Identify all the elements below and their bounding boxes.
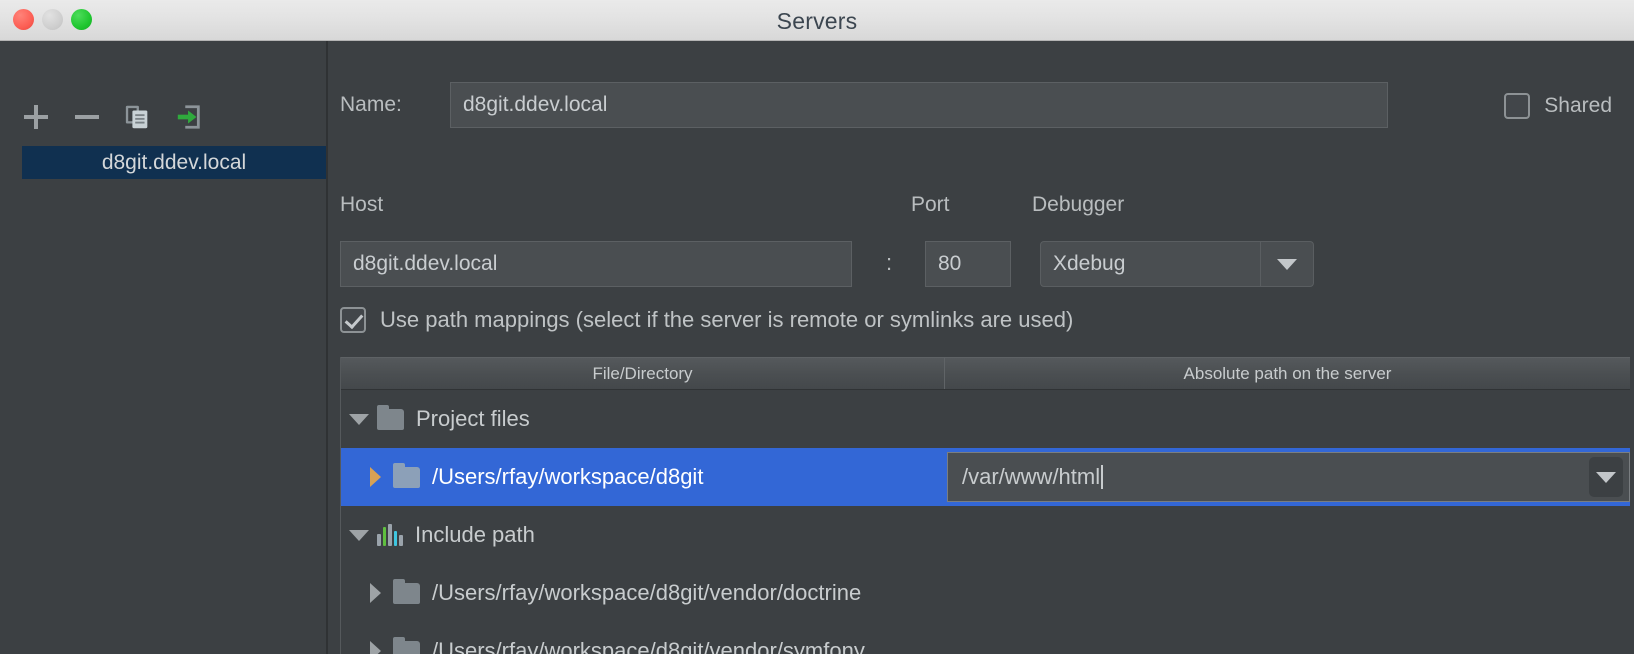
host-input[interactable]: d8git.ddev.local	[340, 241, 852, 287]
expand-toggle[interactable]	[341, 530, 377, 541]
triangle-right-icon	[370, 583, 381, 603]
expand-toggle[interactable]	[357, 583, 393, 603]
row-label: /Users/rfay/workspace/d8git/vendor/symfo…	[432, 638, 865, 654]
shared-checkbox[interactable]	[1504, 93, 1530, 119]
import-icon	[175, 102, 203, 132]
row-file-directory-cell[interactable]: /Users/rfay/workspace/d8git/vendor/doctr…	[341, 564, 945, 622]
window-title: Servers	[0, 8, 1634, 35]
folder-icon	[393, 583, 420, 604]
server-path-value: /var/www/html	[948, 464, 1589, 490]
triangle-down-icon	[349, 414, 369, 425]
debugger-select-value: Xdebug	[1041, 252, 1260, 276]
sidebar-item-label: d8git.ddev.local	[102, 151, 246, 175]
table-row[interactable]: /Users/rfay/workspace/d8git /var/www/htm…	[341, 448, 1630, 506]
sidebar-toolbar	[22, 97, 203, 137]
expand-toggle[interactable]	[357, 467, 393, 487]
copy-server-button[interactable]	[124, 103, 152, 131]
name-input[interactable]: d8git.ddev.local	[450, 82, 1388, 128]
server-path-input[interactable]: /var/www/html	[947, 452, 1630, 502]
name-label: Name:	[340, 93, 450, 117]
host-label: Host	[340, 193, 383, 217]
expand-toggle[interactable]	[341, 414, 377, 425]
path-mappings-table: File/Directory Absolute path on the serv…	[340, 357, 1630, 654]
include-path-icon	[377, 524, 403, 546]
table-row[interactable]: /Users/rfay/workspace/d8git/vendor/doctr…	[341, 564, 1630, 622]
triangle-down-icon	[349, 530, 369, 541]
import-server-button[interactable]	[175, 103, 203, 131]
use-path-mappings-label: Use path mappings (select if the server …	[380, 307, 1073, 333]
row-server-path-cell[interactable]	[945, 622, 1630, 654]
folder-icon	[377, 409, 404, 430]
table-row[interactable]: Include path	[341, 506, 1630, 564]
expand-toggle[interactable]	[357, 641, 393, 654]
port-label: Port	[911, 193, 950, 217]
table-header-row: File/Directory Absolute path on the serv…	[341, 357, 1630, 390]
folder-icon	[393, 467, 420, 488]
row-label: /Users/rfay/workspace/d8git/vendor/doctr…	[432, 580, 861, 606]
path-mappings-tree: Project files	[341, 390, 1630, 654]
row-file-directory-cell[interactable]: /Users/rfay/workspace/d8git/vendor/symfo…	[341, 622, 945, 654]
use-path-mappings-group[interactable]: Use path mappings (select if the server …	[340, 307, 1073, 333]
shared-label: Shared	[1544, 94, 1612, 118]
chevron-down-icon	[1277, 259, 1297, 270]
copy-icon	[124, 102, 152, 132]
row-file-directory-cell[interactable]: /Users/rfay/workspace/d8git	[341, 448, 945, 506]
debugger-label: Debugger	[1032, 193, 1124, 217]
folder-icon	[393, 641, 420, 654]
column-header-file-directory[interactable]: File/Directory	[341, 358, 945, 389]
row-label: /Users/rfay/workspace/d8git	[432, 464, 703, 490]
table-row[interactable]: /Users/rfay/workspace/d8git/vendor/symfo…	[341, 622, 1630, 654]
row-server-path-cell[interactable]	[945, 506, 1630, 564]
triangle-right-icon	[370, 467, 381, 487]
table-row[interactable]: Project files	[341, 390, 1630, 448]
window-titlebar: Servers	[0, 0, 1634, 41]
chevron-down-icon	[1596, 472, 1616, 483]
add-server-button[interactable]	[22, 103, 50, 131]
column-header-absolute-path[interactable]: Absolute path on the server	[945, 358, 1630, 389]
row-file-directory-cell[interactable]: Include path	[341, 506, 945, 564]
plus-icon	[24, 105, 48, 129]
debugger-select-arrow[interactable]	[1260, 242, 1313, 286]
triangle-right-icon	[370, 641, 381, 654]
use-path-mappings-checkbox[interactable]	[340, 307, 366, 333]
row-label: Project files	[416, 406, 530, 432]
server-details-panel: Name: d8git.ddev.local Shared Host Port …	[328, 41, 1634, 654]
remove-server-button[interactable]	[73, 103, 101, 131]
row-server-path-cell[interactable]	[945, 564, 1630, 622]
port-input[interactable]: 80	[925, 241, 1011, 287]
servers-sidebar: d8git.ddev.local	[0, 41, 328, 654]
host-port-separator: :	[886, 250, 892, 276]
sidebar-item-d8git-ddev-local[interactable]: d8git.ddev.local	[22, 146, 326, 179]
text-caret	[1101, 465, 1103, 489]
row-server-path-cell[interactable]	[945, 390, 1630, 448]
dialog-body: d8git.ddev.local Name: d8git.ddev.local …	[0, 41, 1634, 654]
shared-checkbox-group[interactable]: Shared	[1504, 93, 1612, 119]
row-file-directory-cell[interactable]: Project files	[341, 390, 945, 448]
name-row: Name: d8git.ddev.local	[340, 82, 1624, 128]
server-path-dropdown-button[interactable]	[1589, 457, 1623, 497]
minus-icon	[75, 105, 99, 129]
row-label: Include path	[415, 522, 535, 548]
row-server-path-cell[interactable]: /var/www/html	[945, 448, 1630, 506]
debugger-select[interactable]: Xdebug	[1040, 241, 1314, 287]
servers-dialog: Servers	[0, 0, 1634, 654]
